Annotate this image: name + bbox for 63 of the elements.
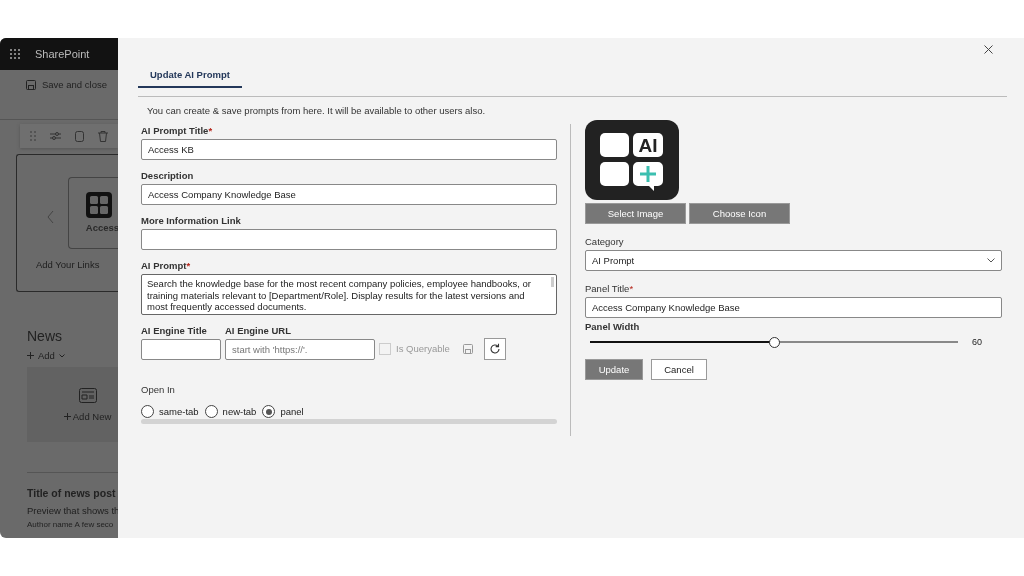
text-field[interactable] — [141, 229, 557, 250]
app-name: SharePoint — [35, 48, 90, 60]
text-field[interactable]: Access Company Knowledge Base — [141, 184, 557, 205]
slider-value: 60 — [972, 337, 982, 347]
scrollbar-thumb[interactable] — [551, 277, 554, 287]
refresh-icon — [488, 342, 501, 355]
radio-button[interactable] — [141, 405, 154, 418]
tab[interactable]: Update AI Prompt — [138, 60, 242, 88]
checkbox-label: Is Queryable — [396, 343, 450, 354]
copy-icon[interactable] — [75, 130, 84, 142]
intro-text: You can create & save prompts from here. It will be available to other users also. — [146, 104, 487, 116]
prompt-textarea[interactable] — [141, 274, 557, 315]
image-button[interactable]: Choose Icon — [689, 203, 790, 224]
add-menu[interactable]: Add — [27, 350, 118, 361]
refresh-button[interactable] — [483, 337, 506, 360]
field-label: AI Engine URL — [225, 325, 292, 336]
radio-label: panel — [280, 406, 304, 417]
news-preview: Preview that shows th — [27, 505, 118, 516]
field-label: AI Prompt* — [141, 260, 192, 271]
field-label: AI Engine Title — [141, 325, 208, 336]
drag-handle-icon[interactable] — [30, 131, 36, 141]
radio-button[interactable] — [204, 405, 218, 418]
settings-sliders-icon[interactable] — [50, 131, 61, 141]
field-label: Description — [141, 170, 195, 181]
delete-icon[interactable] — [98, 130, 108, 142]
author-name: Author name — [27, 520, 73, 529]
news-heading: News — [27, 328, 63, 344]
add-links-text: Add Your Links — [36, 259, 100, 270]
tile-label: Access — [85, 222, 118, 233]
horizontal-scrollbar[interactable] — [141, 419, 557, 424]
post-time: A few seco — [74, 520, 114, 529]
prompt-text: Search the knowledge base for the most recent company policies, employee handbooks, or training materials relevant to [Department/Role]. Display results for the latest versions and most frequently accessed documents. — [147, 278, 531, 312]
chevron-down-icon — [987, 258, 995, 263]
engine-url-field[interactable]: start with 'https://'. — [225, 339, 375, 360]
news-icon — [78, 387, 97, 403]
save-icon — [26, 79, 36, 90]
field-label: AI Prompt Title* — [141, 125, 214, 136]
text-field[interactable]: Access KB — [141, 139, 557, 160]
slider-thumb[interactable] — [769, 336, 780, 348]
category-dropdown[interactable]: AI Prompt — [585, 250, 1002, 271]
field-label: More Information Link — [141, 215, 242, 226]
chevron-down-icon — [58, 353, 65, 358]
text-field[interactable]: Access Company Knowledge Base — [585, 297, 1002, 318]
radio-label: same-tab — [159, 406, 199, 417]
app-logo-icon: AI — [585, 120, 679, 200]
add-news-link[interactable]: Add New — [63, 410, 112, 422]
save-icon[interactable] — [462, 343, 473, 354]
cancel-button[interactable]: Cancel — [651, 359, 707, 380]
close-icon[interactable] — [984, 45, 993, 54]
plus-icon — [27, 352, 34, 359]
image-button[interactable]: Select Image — [585, 203, 686, 224]
update-button[interactable]: Update — [585, 359, 643, 380]
radio-button[interactable] — [262, 405, 276, 418]
field-label: Panel Width — [585, 321, 641, 332]
field-label: Category — [585, 236, 625, 247]
app-launcher-icon[interactable] — [10, 48, 21, 60]
plus-icon — [63, 412, 71, 420]
field-label: Panel Title* — [585, 283, 635, 294]
radio-label: new-tab — [222, 406, 257, 417]
field-label: Open In — [141, 384, 176, 395]
engine-title-field[interactable] — [141, 339, 221, 360]
save-and-close-button[interactable]: Save and close — [26, 79, 107, 90]
tile-logo-icon — [85, 192, 112, 218]
